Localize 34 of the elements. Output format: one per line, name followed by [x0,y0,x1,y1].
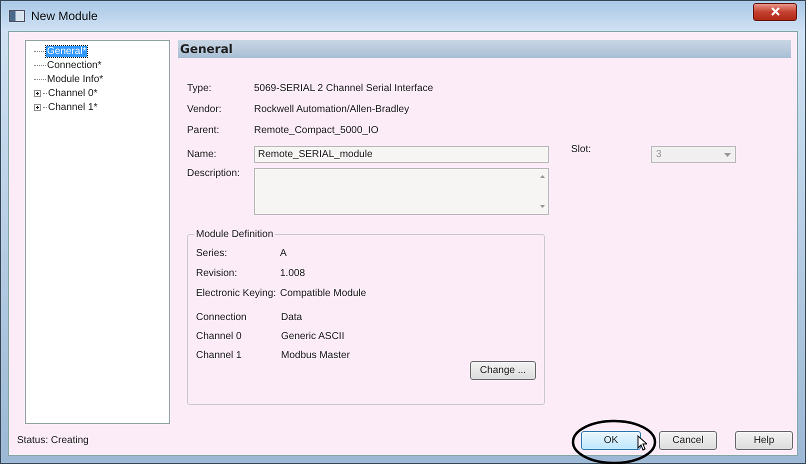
name-field[interactable]: Remote_SERIAL_module [254,146,549,163]
field-value: Modbus Master [281,350,351,361]
tree-item[interactable]: Connection* [46,60,102,70]
field-value: Compatible Module [280,288,368,299]
field-label: Parent: [187,124,220,138]
field-label: Name: [187,148,218,162]
tree-item[interactable]: Channel 1* [47,102,98,112]
change-button[interactable]: Change ... [470,361,536,380]
dialog-button[interactable]: Help [735,430,793,450]
field-label: Type: [187,82,212,96]
tree-item[interactable]: Channel 0* [47,88,98,98]
status-text: Status: Creating [17,434,90,446]
tree-item[interactable]: Module Info* [46,74,104,84]
field-label: Channel 1 [196,350,243,361]
field-value: Generic ASCII [281,331,346,342]
field-label: Series: [196,248,228,259]
field-value: 5069-SERIAL 2 Channel Serial Interface [254,83,434,94]
dialog-button[interactable]: OK [581,430,641,450]
field-value: Remote_Compact_5000_IO [254,125,380,136]
field-value: 1.008 [280,268,306,279]
field-label: Revision: [196,268,238,279]
window-title: New Module [31,9,99,23]
field-label: Vendor: [187,103,222,117]
field-label: Connection [196,312,248,323]
section-header: General [178,40,791,58]
field-label: Slot: [571,144,592,155]
field-label: Electronic Keying: [196,288,278,299]
group-title: Module Definition [195,229,274,240]
field-value: Rockwell Automation/Allen-Bradley [254,104,410,115]
field-label: Channel 0 [196,331,243,342]
dialog-button[interactable]: Cancel [659,430,717,450]
field-value: Data [281,312,304,323]
field-label: Description: [187,168,241,179]
field-value: A [280,248,288,259]
